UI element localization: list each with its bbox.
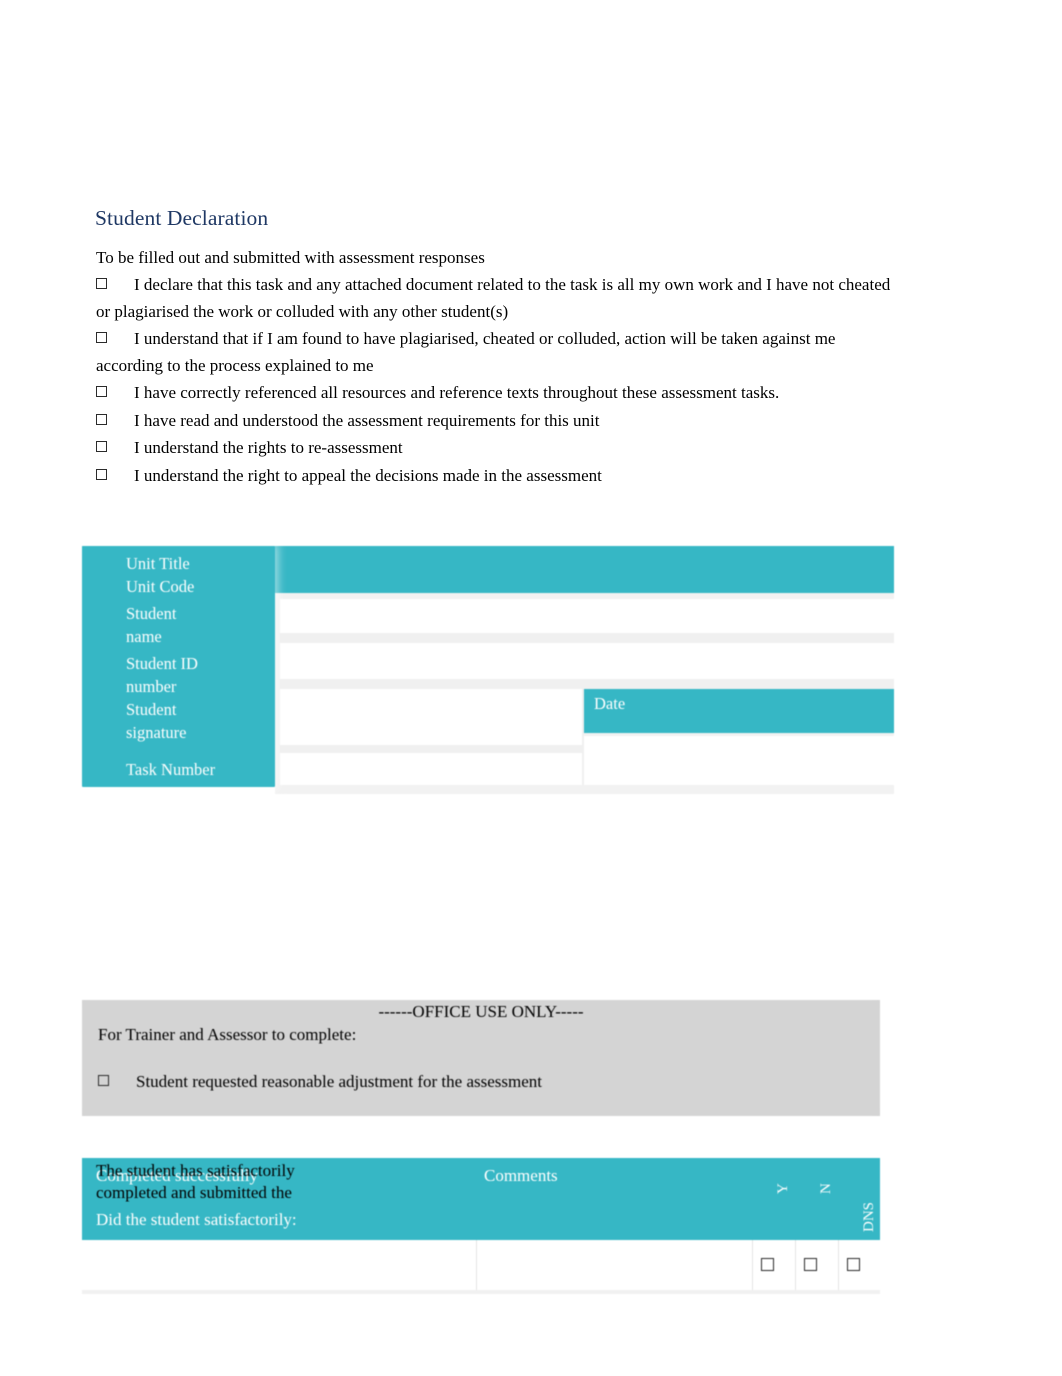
field-date[interactable] [583,736,894,785]
row-divider [82,1290,880,1294]
declaration-item: I understand that if I am found to have … [96,326,896,379]
header-comments: Comments [484,1166,558,1185]
header-dns: DNS [861,1201,877,1232]
date-header-cell: Date [583,689,894,733]
checkbox-icon[interactable] [96,413,107,425]
row-divider [280,679,894,689]
declaration-item-label: I understand the right to appeal the dec… [134,465,602,485]
label-task-number: Task Number [126,760,216,779]
declaration-item-label: I understand that if I am found to have … [96,329,836,375]
declaration-item: I understand the right to appeal the dec… [96,463,896,490]
label-date: Date [594,694,626,713]
column-divider [582,689,584,785]
label-unit-title: Unit Title [126,554,190,573]
assessment-table: Completed successfully Did the student s… [82,1158,880,1376]
field-task-number[interactable] [280,753,582,785]
declaration-item-label: I have read and understood the assessmen… [134,410,600,430]
declaration-item: I have read and understood the assessmen… [96,408,896,435]
office-use-banner: ------OFFICE USE ONLY----- [378,1002,584,1021]
office-use-subtitle: For Trainer and Assessor to complete: [98,1025,357,1044]
column-divider [476,1240,477,1290]
header-n: N [818,1183,834,1194]
declaration-item-label: I understand the rights to re-assessment [134,438,403,457]
declaration-item-label: I have correctly referenced all resource… [134,383,780,402]
label-student-signature: Student signature [126,700,187,742]
label-unit-code: Unit Code [126,577,195,596]
reasonable-adjustment-label: Student requested reasonable adjustment … [136,1072,542,1091]
row-divider [280,633,894,643]
declaration-item: I understand the rights to re-assessment [96,435,896,462]
column-divider [838,1240,839,1290]
page-title: Student Declaration [95,206,269,230]
header-y: Y [775,1183,791,1194]
document-page: Student Declaration To be filled out and… [0,0,1062,1376]
field-student-name[interactable] [280,599,894,633]
checkbox-y[interactable] [761,1258,774,1271]
checkbox-icon[interactable] [96,386,107,397]
declaration-item-label: I declare that this task and any attache… [96,275,891,321]
checkbox-icon[interactable] [96,278,107,289]
checkbox-icon[interactable] [98,1075,109,1086]
checkbox-dns[interactable] [847,1258,860,1271]
column-divider [795,1240,796,1290]
checkbox-n[interactable] [804,1258,817,1271]
student-details-table: Unit Title Unit Code Student name Studen… [82,546,894,794]
declaration-item: I declare that this task and any attache… [96,272,896,325]
declaration-list: I declare that this task and any attache… [96,272,896,490]
declaration-item: I have correctly referenced all resource… [96,380,896,407]
checkbox-icon[interactable] [96,468,107,480]
header-did-student-satisfactorily: Did the student satisfactorily: [96,1210,297,1229]
office-use-box: ------OFFICE USE ONLY----- For Trainer a… [82,1000,880,1116]
checkbox-icon[interactable] [96,332,107,343]
checkbox-icon[interactable] [96,441,107,452]
field-student-signature[interactable] [280,689,582,745]
label-student-name: Student name [126,604,177,646]
label-student-id: Student ID number [126,654,198,696]
row-divider [280,745,582,753]
assessment-criterion: The student has satisfactorily completed… [96,1161,295,1202]
reasonable-adjustment-row: Student requested reasonable adjustment … [98,1072,542,1092]
intro-text: To be filled out and submitted with asse… [96,248,485,267]
column-divider [752,1240,753,1290]
field-student-id[interactable] [280,643,894,679]
